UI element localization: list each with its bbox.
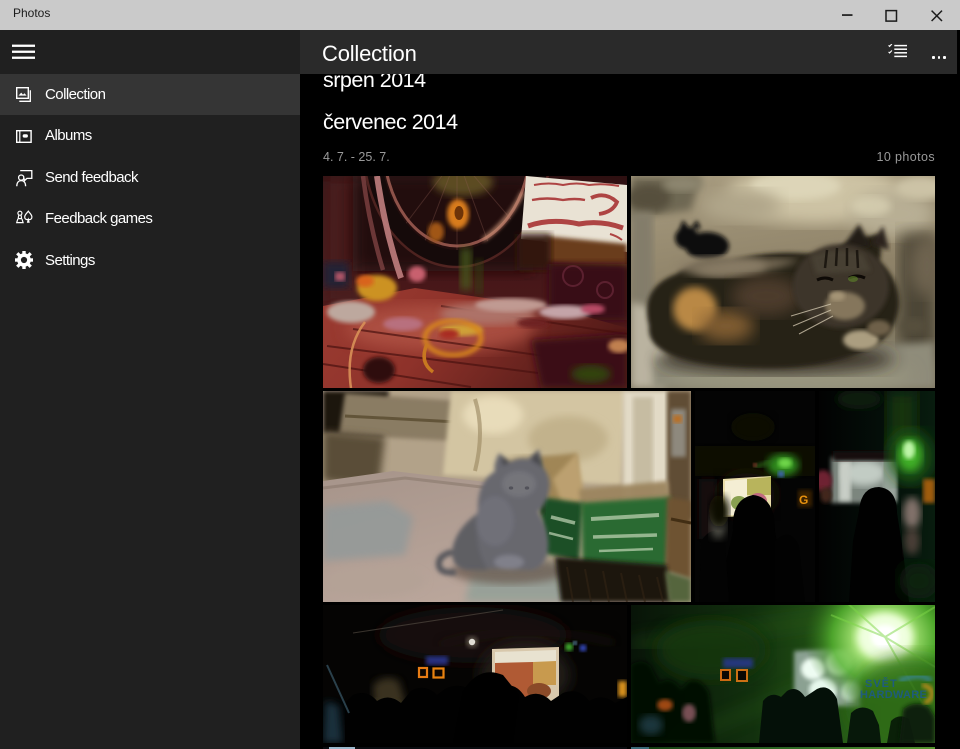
svg-text:G: G [799,493,808,507]
svg-text:HARDWARE: HARDWARE [860,689,927,701]
